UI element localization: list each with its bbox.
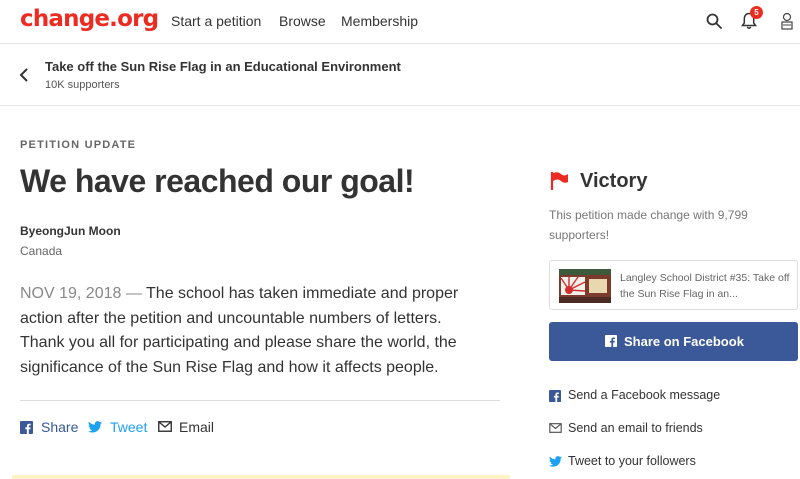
thumbnail-image — [559, 269, 611, 303]
facebook-share-label: Share — [41, 419, 79, 435]
author-name: ByeongJun Moon — [20, 224, 121, 238]
flag-icon — [550, 172, 568, 190]
twitter-icon — [88, 421, 102, 433]
update-separator: — — [121, 285, 147, 302]
update-date: NOV 19, 2018 — [20, 285, 122, 302]
highlight-strip — [12, 475, 510, 479]
email-icon — [549, 423, 562, 433]
twitter-icon — [549, 456, 562, 467]
share-on-facebook-button[interactable]: Share on Facebook — [549, 322, 798, 361]
send-email-label: Send an email to friends — [568, 421, 703, 435]
petition-header-bar: Take off the Sun Rise Flag in an Educati… — [0, 45, 800, 106]
send-facebook-message-label: Send a Facebook message — [568, 388, 721, 402]
twitter-share-label: Tweet — [110, 419, 148, 435]
facebook-icon — [549, 390, 561, 402]
divider — [20, 400, 500, 401]
petition-title[interactable]: Take off the Sun Rise Flag in an Educati… — [45, 59, 401, 74]
supporter-count: 10K supporters — [45, 79, 120, 91]
top-navbar: change.org Start a petition Browse Membe… — [0, 0, 800, 44]
email-icon — [158, 421, 172, 432]
change-org-logo[interactable]: change.org — [20, 6, 159, 32]
victory-heading: Victory — [580, 170, 648, 192]
petition-thumbnail — [559, 269, 611, 303]
victory-description: This petition made change with 9,799 sup… — [549, 208, 748, 242]
notification-badge: 5 — [750, 6, 763, 19]
update-body: NOV 19, 2018 — The school has taken imme… — [20, 282, 490, 380]
nav-start-petition[interactable]: Start a petition — [171, 13, 261, 29]
chevron-left-icon[interactable] — [18, 67, 30, 83]
update-headline: We have reached our goal! — [20, 163, 415, 199]
facebook-icon — [605, 335, 617, 347]
petition-card[interactable]: Langley School District #35: Take off th… — [549, 260, 798, 310]
tweet-followers-label: Tweet to your followers — [568, 454, 696, 468]
share-on-facebook-label: Share on Facebook — [624, 334, 744, 349]
facebook-icon — [20, 421, 33, 434]
author-country: Canada — [20, 244, 63, 258]
email-share-label: Email — [179, 419, 215, 435]
nav-membership[interactable]: Membership — [341, 13, 418, 29]
petition-card-title: Langley School District #35: Take off th… — [620, 272, 790, 300]
search-icon[interactable] — [706, 13, 722, 29]
update-eyebrow: PETITION UPDATE — [20, 139, 137, 151]
nav-browse[interactable]: Browse — [279, 13, 326, 29]
avatar[interactable] — [780, 12, 794, 32]
